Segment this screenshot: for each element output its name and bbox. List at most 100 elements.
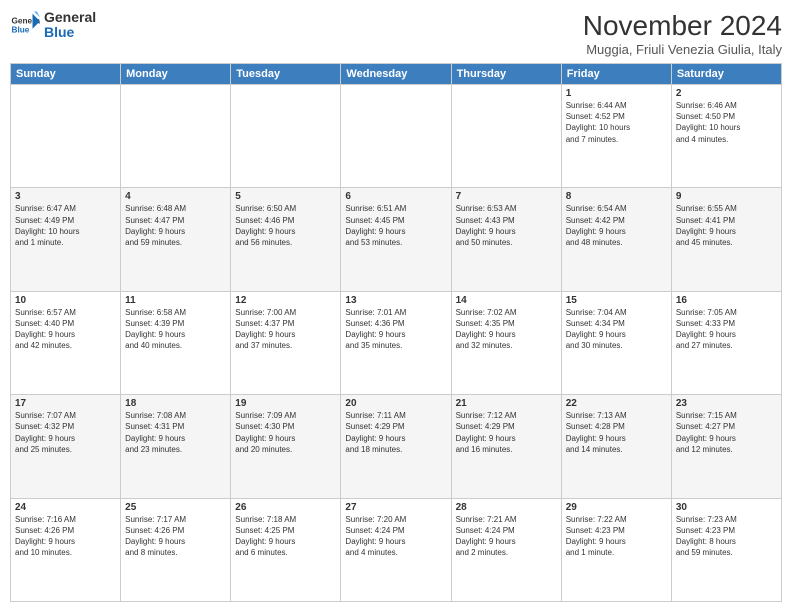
day-number: 25 — [125, 502, 226, 513]
table-row: 29Sunrise: 7:22 AM Sunset: 4:23 PM Dayli… — [561, 498, 671, 601]
table-row: 25Sunrise: 7:17 AM Sunset: 4:26 PM Dayli… — [121, 498, 231, 601]
day-number: 16 — [676, 295, 777, 306]
header: General Blue General Blue November 2024 … — [10, 10, 782, 57]
table-row: 16Sunrise: 7:05 AM Sunset: 4:33 PM Dayli… — [671, 291, 781, 394]
table-row: 14Sunrise: 7:02 AM Sunset: 4:35 PM Dayli… — [451, 291, 561, 394]
table-row: 22Sunrise: 7:13 AM Sunset: 4:28 PM Dayli… — [561, 395, 671, 498]
header-saturday: Saturday — [671, 64, 781, 85]
day-number: 1 — [566, 88, 667, 99]
table-row: 21Sunrise: 7:12 AM Sunset: 4:29 PM Dayli… — [451, 395, 561, 498]
page: General Blue General Blue November 2024 … — [0, 0, 792, 612]
logo-text: General Blue — [44, 10, 96, 41]
day-info: Sunrise: 7:04 AM Sunset: 4:34 PM Dayligh… — [566, 307, 667, 352]
table-row: 13Sunrise: 7:01 AM Sunset: 4:36 PM Dayli… — [341, 291, 451, 394]
table-row: 17Sunrise: 7:07 AM Sunset: 4:32 PM Dayli… — [11, 395, 121, 498]
day-info: Sunrise: 7:22 AM Sunset: 4:23 PM Dayligh… — [566, 514, 667, 559]
day-info: Sunrise: 7:23 AM Sunset: 4:23 PM Dayligh… — [676, 514, 777, 559]
day-info: Sunrise: 6:57 AM Sunset: 4:40 PM Dayligh… — [15, 307, 116, 352]
weekday-header-row: Sunday Monday Tuesday Wednesday Thursday… — [11, 64, 782, 85]
table-row — [121, 85, 231, 188]
svg-text:Blue: Blue — [12, 26, 30, 35]
day-number: 14 — [456, 295, 557, 306]
table-row: 5Sunrise: 6:50 AM Sunset: 4:46 PM Daylig… — [231, 188, 341, 291]
day-number: 7 — [456, 191, 557, 202]
table-row: 4Sunrise: 6:48 AM Sunset: 4:47 PM Daylig… — [121, 188, 231, 291]
table-row: 12Sunrise: 7:00 AM Sunset: 4:37 PM Dayli… — [231, 291, 341, 394]
table-row: 30Sunrise: 7:23 AM Sunset: 4:23 PM Dayli… — [671, 498, 781, 601]
table-row: 19Sunrise: 7:09 AM Sunset: 4:30 PM Dayli… — [231, 395, 341, 498]
day-info: Sunrise: 7:12 AM Sunset: 4:29 PM Dayligh… — [456, 410, 557, 455]
day-info: Sunrise: 7:15 AM Sunset: 4:27 PM Dayligh… — [676, 410, 777, 455]
title-block: November 2024 Muggia, Friuli Venezia Giu… — [583, 10, 782, 57]
day-info: Sunrise: 6:46 AM Sunset: 4:50 PM Dayligh… — [676, 100, 777, 145]
day-info: Sunrise: 6:51 AM Sunset: 4:45 PM Dayligh… — [345, 203, 446, 248]
table-row: 7Sunrise: 6:53 AM Sunset: 4:43 PM Daylig… — [451, 188, 561, 291]
day-number: 28 — [456, 502, 557, 513]
day-info: Sunrise: 7:09 AM Sunset: 4:30 PM Dayligh… — [235, 410, 336, 455]
table-row — [451, 85, 561, 188]
day-number: 19 — [235, 398, 336, 409]
day-info: Sunrise: 6:50 AM Sunset: 4:46 PM Dayligh… — [235, 203, 336, 248]
day-number: 10 — [15, 295, 116, 306]
calendar-table: Sunday Monday Tuesday Wednesday Thursday… — [10, 63, 782, 602]
day-info: Sunrise: 7:02 AM Sunset: 4:35 PM Dayligh… — [456, 307, 557, 352]
calendar-row: 10Sunrise: 6:57 AM Sunset: 4:40 PM Dayli… — [11, 291, 782, 394]
day-info: Sunrise: 6:44 AM Sunset: 4:52 PM Dayligh… — [566, 100, 667, 145]
logo-blue: Blue — [44, 25, 96, 40]
day-number: 2 — [676, 88, 777, 99]
table-row: 11Sunrise: 6:58 AM Sunset: 4:39 PM Dayli… — [121, 291, 231, 394]
day-info: Sunrise: 6:58 AM Sunset: 4:39 PM Dayligh… — [125, 307, 226, 352]
day-number: 6 — [345, 191, 446, 202]
day-number: 5 — [235, 191, 336, 202]
day-info: Sunrise: 6:55 AM Sunset: 4:41 PM Dayligh… — [676, 203, 777, 248]
day-info: Sunrise: 7:01 AM Sunset: 4:36 PM Dayligh… — [345, 307, 446, 352]
day-number: 15 — [566, 295, 667, 306]
logo: General Blue General Blue — [10, 10, 96, 41]
header-wednesday: Wednesday — [341, 64, 451, 85]
day-number: 18 — [125, 398, 226, 409]
calendar-row: 3Sunrise: 6:47 AM Sunset: 4:49 PM Daylig… — [11, 188, 782, 291]
table-row: 23Sunrise: 7:15 AM Sunset: 4:27 PM Dayli… — [671, 395, 781, 498]
day-number: 23 — [676, 398, 777, 409]
table-row — [341, 85, 451, 188]
day-number: 9 — [676, 191, 777, 202]
table-row: 28Sunrise: 7:21 AM Sunset: 4:24 PM Dayli… — [451, 498, 561, 601]
day-number: 3 — [15, 191, 116, 202]
calendar-row: 24Sunrise: 7:16 AM Sunset: 4:26 PM Dayli… — [11, 498, 782, 601]
table-row: 24Sunrise: 7:16 AM Sunset: 4:26 PM Dayli… — [11, 498, 121, 601]
day-number: 26 — [235, 502, 336, 513]
header-sunday: Sunday — [11, 64, 121, 85]
header-thursday: Thursday — [451, 64, 561, 85]
day-info: Sunrise: 7:00 AM Sunset: 4:37 PM Dayligh… — [235, 307, 336, 352]
table-row: 20Sunrise: 7:11 AM Sunset: 4:29 PM Dayli… — [341, 395, 451, 498]
day-number: 29 — [566, 502, 667, 513]
table-row: 18Sunrise: 7:08 AM Sunset: 4:31 PM Dayli… — [121, 395, 231, 498]
day-info: Sunrise: 7:13 AM Sunset: 4:28 PM Dayligh… — [566, 410, 667, 455]
table-row: 27Sunrise: 7:20 AM Sunset: 4:24 PM Dayli… — [341, 498, 451, 601]
table-row: 10Sunrise: 6:57 AM Sunset: 4:40 PM Dayli… — [11, 291, 121, 394]
day-info: Sunrise: 6:54 AM Sunset: 4:42 PM Dayligh… — [566, 203, 667, 248]
day-info: Sunrise: 7:08 AM Sunset: 4:31 PM Dayligh… — [125, 410, 226, 455]
day-number: 22 — [566, 398, 667, 409]
table-row — [231, 85, 341, 188]
day-number: 4 — [125, 191, 226, 202]
day-info: Sunrise: 7:21 AM Sunset: 4:24 PM Dayligh… — [456, 514, 557, 559]
header-tuesday: Tuesday — [231, 64, 341, 85]
day-number: 11 — [125, 295, 226, 306]
day-number: 17 — [15, 398, 116, 409]
table-row: 9Sunrise: 6:55 AM Sunset: 4:41 PM Daylig… — [671, 188, 781, 291]
header-friday: Friday — [561, 64, 671, 85]
day-info: Sunrise: 7:07 AM Sunset: 4:32 PM Dayligh… — [15, 410, 116, 455]
header-monday: Monday — [121, 64, 231, 85]
table-row: 3Sunrise: 6:47 AM Sunset: 4:49 PM Daylig… — [11, 188, 121, 291]
month-title: November 2024 — [583, 10, 782, 42]
table-row: 15Sunrise: 7:04 AM Sunset: 4:34 PM Dayli… — [561, 291, 671, 394]
location-subtitle: Muggia, Friuli Venezia Giulia, Italy — [583, 42, 782, 57]
table-row: 6Sunrise: 6:51 AM Sunset: 4:45 PM Daylig… — [341, 188, 451, 291]
day-info: Sunrise: 7:05 AM Sunset: 4:33 PM Dayligh… — [676, 307, 777, 352]
logo-icon: General Blue — [10, 10, 40, 40]
table-row: 8Sunrise: 6:54 AM Sunset: 4:42 PM Daylig… — [561, 188, 671, 291]
day-number: 12 — [235, 295, 336, 306]
day-info: Sunrise: 6:53 AM Sunset: 4:43 PM Dayligh… — [456, 203, 557, 248]
day-info: Sunrise: 7:18 AM Sunset: 4:25 PM Dayligh… — [235, 514, 336, 559]
